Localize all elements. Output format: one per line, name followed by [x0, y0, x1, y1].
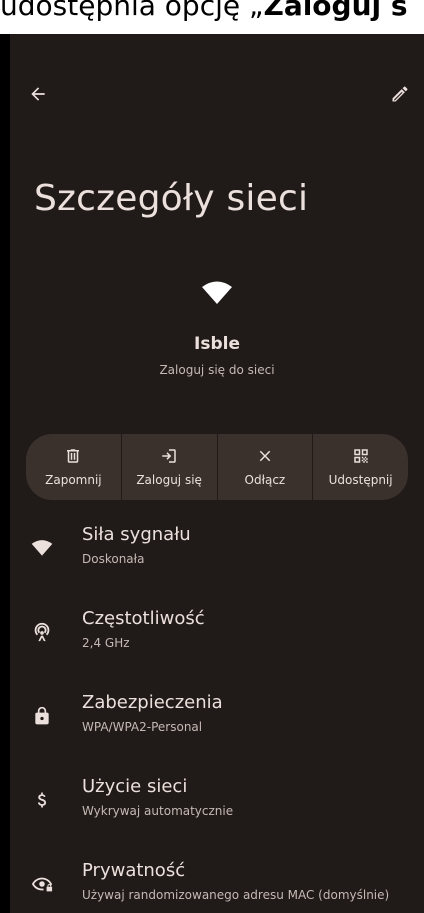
signal-strength-value: Doskonała [82, 552, 145, 566]
disconnect-button[interactable]: Odłącz [218, 434, 314, 500]
detail-privacy[interactable]: Prywatność Używaj randomizowanego adresu… [10, 860, 424, 913]
arrow-back-icon [31, 87, 45, 101]
signal-strength-title: Siła sygnału [82, 524, 191, 545]
dollar-icon [30, 788, 54, 812]
close-icon [259, 450, 271, 462]
caption-text-regular: udostępnia opcję „ [0, 0, 264, 22]
privacy-title: Prywatność [82, 860, 186, 881]
privacy-value: Używaj randomizowanego adresu MAC (domyś… [82, 888, 390, 902]
caption-strip: udostępnia opcję „Zaloguj s [0, 0, 424, 34]
frequency-value: 2,4 GHz [82, 636, 130, 650]
privacy-eye-icon [30, 872, 54, 896]
antenna-icon [30, 620, 54, 644]
network-status: Zaloguj się do sieci [159, 363, 275, 377]
wifi-icon [202, 281, 232, 304]
detail-security[interactable]: Zabezpieczenia WPA/WPA2-Personal [10, 692, 424, 752]
wifi-icon [30, 536, 54, 560]
disconnect-label: Odłącz [244, 473, 286, 487]
forget-label: Zapomnij [45, 473, 102, 487]
detail-signal-strength[interactable]: Siła sygnału Doskonała [10, 524, 424, 584]
lock-icon [30, 704, 54, 728]
detail-frequency[interactable]: Częstotliwość 2,4 GHz [10, 608, 424, 668]
edit-button[interactable] [384, 78, 416, 110]
action-bar: Zapomnij Zaloguj się Odłącz Udostępnij [26, 434, 408, 500]
sign-in-button[interactable]: Zaloguj się [122, 434, 218, 500]
security-title: Zabezpieczenia [82, 692, 223, 713]
network-usage-value: Wykrywaj automatycznie [82, 804, 234, 818]
security-value: WPA/WPA2-Personal [82, 720, 203, 734]
forget-button[interactable]: Zapomnij [26, 434, 122, 500]
caption-text: udostępnia opcję „Zaloguj s [0, 0, 408, 26]
share-label: Udostępnij [328, 473, 393, 487]
caption-text-bold: Zaloguj s [263, 0, 408, 22]
trash-icon [67, 449, 80, 463]
sign-in-label: Zaloguj się [136, 473, 202, 487]
pencil-icon [392, 86, 408, 102]
network-name: Isble [194, 334, 240, 354]
share-button[interactable]: Udostępnij [313, 434, 408, 500]
back-button[interactable] [22, 78, 54, 110]
detail-network-usage[interactable]: Użycie sieci Wykrywaj automatycznie [10, 776, 424, 836]
network-wifi-icon [201, 280, 233, 310]
network-details-screen: Szczegóły sieci Isble Zaloguj się do sie… [10, 34, 424, 913]
network-usage-title: Użycie sieci [82, 776, 188, 797]
frequency-title: Częstotliwość [82, 608, 205, 629]
qr-code-icon [353, 449, 368, 463]
page-title: Szczegóły sieci [34, 178, 309, 219]
login-icon [162, 449, 176, 463]
